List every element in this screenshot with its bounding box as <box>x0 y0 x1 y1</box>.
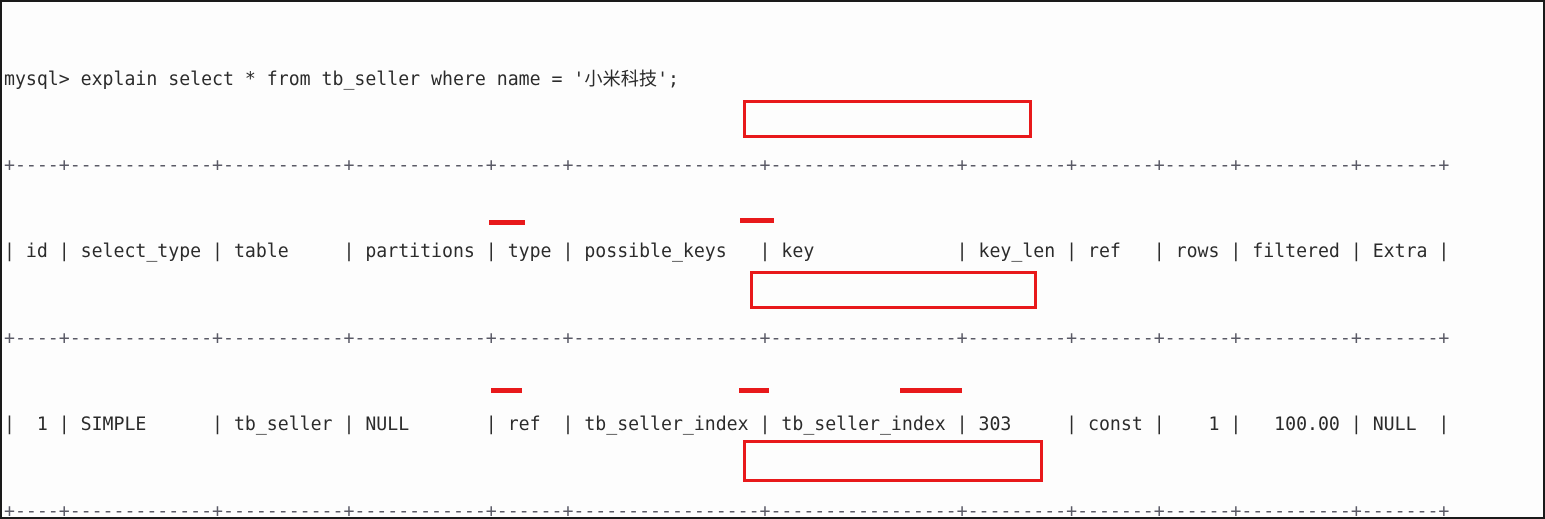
table-separator: +----+-------------+-----------+--------… <box>4 500 1450 519</box>
table-row: | 1 | SIMPLE | tb_seller | NULL | ref | … <box>4 414 1450 436</box>
mysql-terminal-screenshot: mysql> explain select * from tb_seller w… <box>0 0 1545 519</box>
table-separator: +----+-------------+-----------+--------… <box>4 327 1450 349</box>
table-header-row: | id | select_type | table | partitions … <box>4 241 1450 263</box>
terminal-output: mysql> explain select * from tb_seller w… <box>4 8 1541 517</box>
terminal-line: mysql> explain select * from tb_seller w… <box>4 68 679 90</box>
table-separator: +----+-------------+-----------+--------… <box>4 154 1450 176</box>
